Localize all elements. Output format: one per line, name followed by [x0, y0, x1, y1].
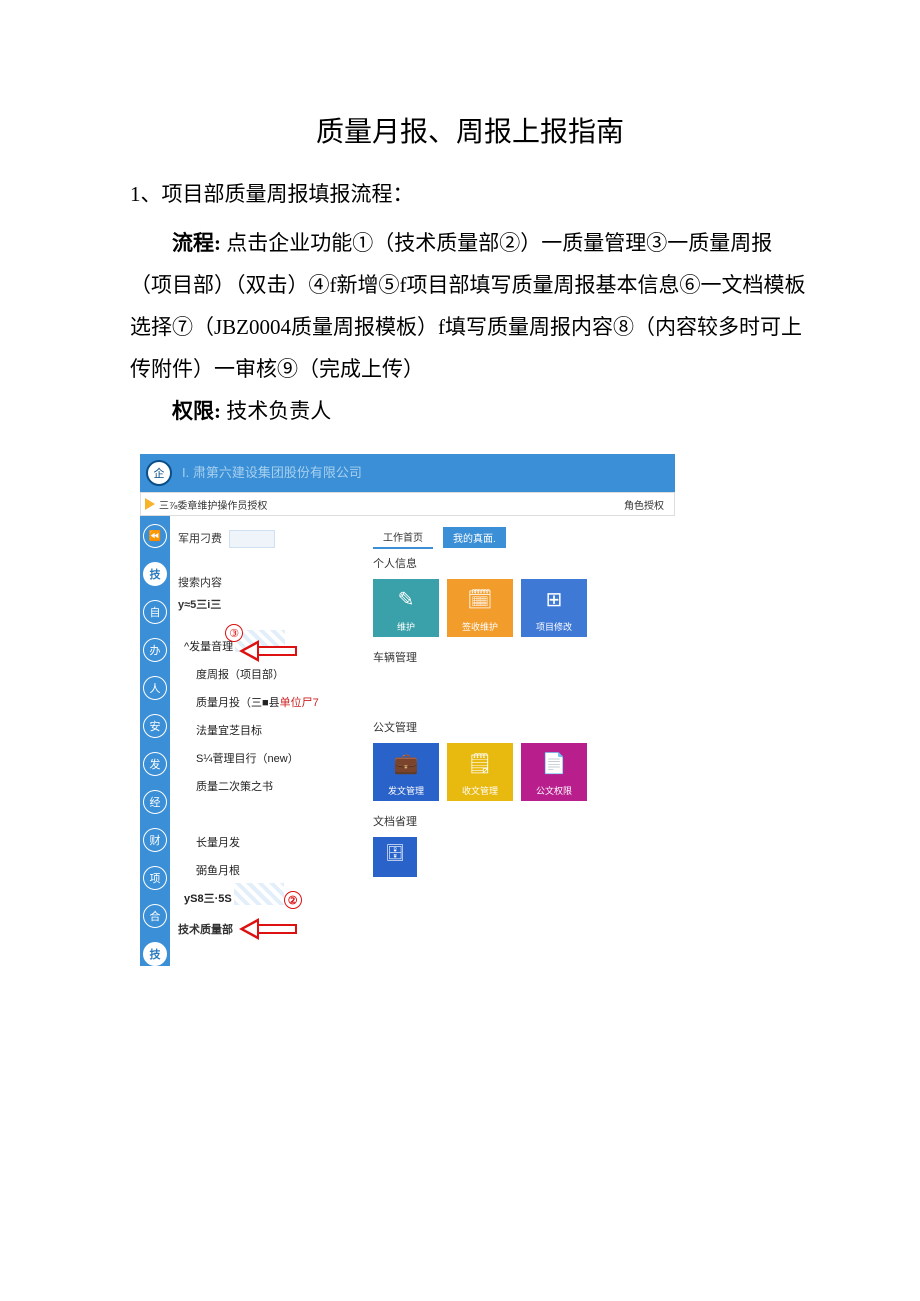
tile-password-label: 项目修改 [536, 620, 572, 633]
permission-label: 权限: [172, 399, 221, 423]
section-vehicle: 车辆管理 [373, 649, 667, 665]
edit-icon: ✎ [373, 587, 439, 612]
rail-ban-button[interactable]: 办 [143, 638, 167, 662]
tab-my-desktop[interactable]: 我的真面. [443, 527, 506, 548]
rail-an-button[interactable]: 安 [143, 714, 167, 738]
section-doc: 公文管理 [373, 719, 667, 735]
app-toolbar: 三⅞委章维护操作员授权 角色授权 [140, 492, 675, 516]
rail-fa-button[interactable]: 发 [143, 752, 167, 776]
grid-icon: ⊞ [521, 587, 587, 612]
rail-cai-button[interactable]: 财 [143, 828, 167, 852]
badge-2: ② [284, 891, 302, 909]
menu-self-run[interactable]: S¼菅理目行（new） [178, 744, 353, 772]
menu-fish-month[interactable]: 弼鱼月根 [178, 856, 353, 884]
tile-password[interactable]: ⊞ 项目修改 [521, 579, 587, 637]
tiles-personal: ✎ 维护 🗓 签收维护 ⊞ 项目修改 [373, 579, 667, 637]
tile-recv-doc[interactable]: 🗒 收文管理 [447, 743, 513, 801]
menu-group-quality: ^发量音理 ③ 度周报（项目部） 质量月投（三■县单位尸7 法 [178, 632, 353, 800]
search-label: 搜索内容 [178, 574, 353, 590]
play-icon[interactable] [145, 498, 155, 510]
process-paragraph: 流程: 点击企业功能①（技术质量部②）一质量管理③一质量周报（项目部）（双击）④… [130, 222, 810, 390]
toolbar-role-item[interactable]: 角色授权 [624, 497, 664, 512]
tiles-archive: 🗄 [373, 837, 667, 877]
tab-bar: 工作首页 我的真面. [373, 526, 667, 549]
tile-send-doc-label: 发文管理 [388, 784, 424, 797]
left-panel: 军用刁费 搜索内容 y≈5三i三 ^发量音理 ③ [170, 516, 359, 966]
fee-input[interactable] [229, 530, 275, 548]
menu-target[interactable]: 法量宜芝目标 [178, 716, 353, 744]
page-icon: 📄 [521, 751, 587, 776]
toolbar-auth-item[interactable]: 三⅞委章维护操作员授权 [159, 497, 267, 512]
menu-quality-mgmt[interactable]: ^发量音理 ③ [178, 632, 353, 660]
rail-ren-button[interactable]: 人 [143, 676, 167, 700]
tile-doc-perm-label: 公文权限 [536, 784, 572, 797]
menu-ys8-label: yS8三·5S [184, 893, 232, 905]
calendar-icon: 🗓 [447, 587, 513, 612]
menu-weekly-report[interactable]: 度周报（项目部） [178, 660, 353, 688]
rail-xiang-button[interactable]: 项 [143, 866, 167, 890]
process-label: 流程: [172, 231, 221, 255]
tile-recv-doc-label: 收文管理 [462, 784, 498, 797]
arrow-2-icon [239, 918, 299, 940]
tile-sign-maintain-label: 签收维护 [462, 620, 498, 633]
archive-icon: 🗄 [373, 843, 417, 863]
fee-label: 军用刁费 [178, 533, 222, 545]
menu-ys8[interactable]: yS8三·5S ② [178, 884, 353, 912]
tile-send-doc[interactable]: 💼 发文管理 [373, 743, 439, 801]
tile-maintain-label: 维护 [397, 620, 415, 633]
menu-monthly-report-label: 质量月投（三■县 [196, 697, 280, 709]
rewind-icon[interactable]: ⏪ [143, 524, 167, 548]
permission-paragraph: 权限: 技术负责人 [130, 390, 810, 432]
menu-dept-tech[interactable]: 技术质量部 [178, 918, 353, 940]
menu-monthly-report-red: 单位尸7 [280, 697, 319, 709]
tab-home[interactable]: 工作首页 [373, 526, 433, 549]
menu-second-doc[interactable]: 质量二次策之书 [178, 772, 353, 800]
menu-monthly-report[interactable]: 质量月投（三■县单位尸7 [178, 688, 353, 716]
search-sub: y≈5三i三 [178, 596, 353, 612]
tile-maintain[interactable]: ✎ 维护 [373, 579, 439, 637]
rail-zi-button[interactable]: 自 [143, 600, 167, 624]
menu-dept-label: 技术质量部 [178, 921, 233, 937]
rail-he-button[interactable]: 合 [143, 904, 167, 928]
menu-long-month[interactable]: 长量月发 [178, 828, 353, 856]
org-name: I. 肃第六建设集团股份有限公司 [178, 465, 669, 481]
rail-tech-button[interactable]: 技 [143, 562, 167, 586]
tile-archive[interactable]: 🗄 [373, 837, 417, 877]
side-rail: ⏪ 技 自 办 人 安 发 经 财 项 合 技 [140, 516, 170, 966]
doc-title: 质量月报、周报上报指南 [130, 110, 810, 150]
rail-tech2-button[interactable]: 技 [143, 942, 167, 966]
app-screenshot: 企 I. 肃第六建设集团股份有限公司 三⅞委章维护操作员授权 角色授权 ⏪ 技 … [140, 454, 675, 966]
process-text: 点击企业功能①（技术质量部②）一质量管理③一质量周报（项目部）（双击）④f新增⑤… [130, 231, 805, 381]
inbox-icon: 🗒 [447, 751, 513, 776]
tiles-doc: 💼 发文管理 🗒 收文管理 📄 公文权限 [373, 743, 667, 801]
app-header: 企 I. 肃第六建设集团股份有限公司 [140, 454, 675, 492]
rail-jing-button[interactable]: 经 [143, 790, 167, 814]
menu-group-2: 长量月发 弼鱼月根 yS8三·5S ② 技术质量部 [178, 828, 353, 940]
tile-sign-maintain[interactable]: 🗓 签收维护 [447, 579, 513, 637]
section-1-heading: 1、项目部质量周报填报流程： [130, 178, 810, 208]
right-panel: 工作首页 我的真面. 个人信息 ✎ 维护 🗓 签收维护 ⊞ 项目修改 [359, 516, 675, 966]
company-logo-icon: 企 [146, 460, 172, 486]
menu-quality-mgmt-label: ^发量音理 [184, 638, 233, 654]
section-archive: 文档省理 [373, 813, 667, 829]
permission-text: 技术负责人 [221, 399, 331, 423]
section-personal: 个人信息 [373, 555, 667, 571]
tile-doc-perm[interactable]: 📄 公文权限 [521, 743, 587, 801]
wallet-icon: 💼 [373, 751, 439, 776]
